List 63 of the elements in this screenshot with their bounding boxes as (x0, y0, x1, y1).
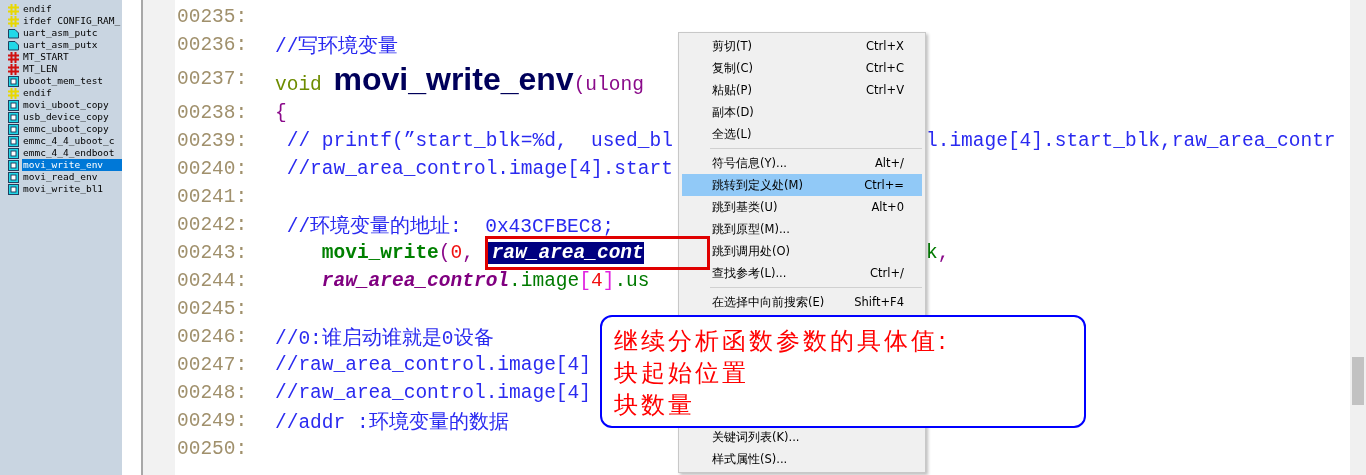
symbol-item[interactable]: endif (0, 3, 122, 15)
line-number: 00247: (176, 354, 249, 376)
code-text: l.image[4].start_blk,raw_area_contr (926, 130, 1336, 152)
menu-item[interactable]: 跳到基类(U) Alt+0 (682, 196, 922, 218)
code-text: //addr :环境变量的数据 (275, 410, 509, 435)
symbol-item[interactable]: emmc_uboot_copy (0, 123, 122, 135)
symbol-item[interactable]: usb_device_copy (0, 111, 122, 123)
menu-item[interactable]: 跳转到定义处(M) Ctrl+= (682, 174, 922, 196)
callout-text: 块起始位置 (614, 358, 750, 389)
symbol-item[interactable]: emmc_4_4_uboot_c (0, 135, 122, 147)
menu-item[interactable]: 查找参考(L)... Ctrl+/ (682, 262, 922, 284)
symbol-item[interactable]: MT_START (0, 51, 122, 63)
line-number: 00240: (176, 158, 249, 180)
symbol-item[interactable]: uart_asm_putc (0, 27, 122, 39)
menu-item[interactable]: 关键词列表(K)... (682, 426, 922, 448)
menu-item[interactable]: 符号信息(Y)... Alt+/ (682, 152, 922, 174)
code-text: void movi_write_env(ulong (275, 60, 644, 99)
line-number: 00236: (176, 34, 249, 56)
line-number: 00242: (176, 214, 249, 236)
code-text: //raw_area_control.image[4] (275, 354, 591, 376)
line-number: 00250: (176, 438, 249, 460)
line-number: 00245: (176, 298, 249, 320)
menu-item[interactable]: 跳到原型(M)... (682, 218, 922, 240)
menu-item[interactable]: 跳到调用处(O) (682, 240, 922, 262)
symbol-item[interactable]: movi_write_bl1 (0, 183, 122, 195)
symbol-item[interactable]: ifdef CONFIG_RAM_ (0, 15, 122, 27)
menu-item[interactable]: 在选择中向前搜索(E) Shift+F4 (682, 291, 922, 313)
symbol-item[interactable]: uart_asm_putx (0, 39, 122, 51)
line-number: 00246: (176, 326, 249, 348)
line-number: 00244: (176, 270, 249, 292)
code-text: //raw_area_control.image[4] (275, 382, 591, 404)
line-number: 00237: (176, 68, 249, 90)
callout-text: 块数量 (614, 390, 696, 421)
code-text: // printf(”start_blk=%d, used_bl (285, 130, 673, 152)
code-text: //环境变量的地址: 0x43CFBEC8; (285, 214, 614, 239)
menu-item[interactable]: 全选(L) (682, 123, 922, 145)
line-number: 00243: (176, 242, 249, 264)
line-number: 00248: (176, 382, 249, 404)
selected-text: raw_area_cont (485, 242, 644, 264)
symbol-item[interactable]: endif (0, 87, 122, 99)
symbol-item[interactable]: movi_uboot_copy (0, 99, 122, 111)
menu-item[interactable]: 复制(C) Ctrl+C (682, 57, 922, 79)
menu-item[interactable]: 样式属性(S)... (682, 448, 922, 470)
line-number: 00241: (176, 186, 249, 208)
symbol-item[interactable]: emmc_4_4_endboot (0, 147, 122, 159)
line-number: 00249: (176, 410, 249, 432)
menu-item[interactable]: 副本(D) (682, 101, 922, 123)
code-text: { (275, 102, 287, 124)
code-text: //0:谁启动谁就是0设备 (275, 326, 494, 351)
callout-text: 继续分析函数参数的具体值: (614, 326, 951, 357)
menu-item[interactable]: 剪切(T) Ctrl+X (682, 35, 922, 57)
code-text: raw_area_control.image[4].us (320, 270, 650, 292)
symbol-item[interactable]: MT_LEN (0, 63, 122, 75)
line-number: 00238: (176, 102, 249, 124)
code-text: movi_write(0, (320, 242, 475, 264)
code-text: //raw_area_control.image[4].start (285, 158, 673, 180)
code-text: k, (926, 242, 950, 264)
symbol-item[interactable]: movi_read_env (0, 171, 122, 183)
symbol-item[interactable]: uboot_mem_test (0, 75, 122, 87)
line-number: 00235: (176, 6, 249, 28)
menu-item[interactable]: 粘贴(P) Ctrl+V (682, 79, 922, 101)
line-number: 00239: (176, 130, 249, 152)
code-text: //写环境变量 (275, 34, 399, 59)
